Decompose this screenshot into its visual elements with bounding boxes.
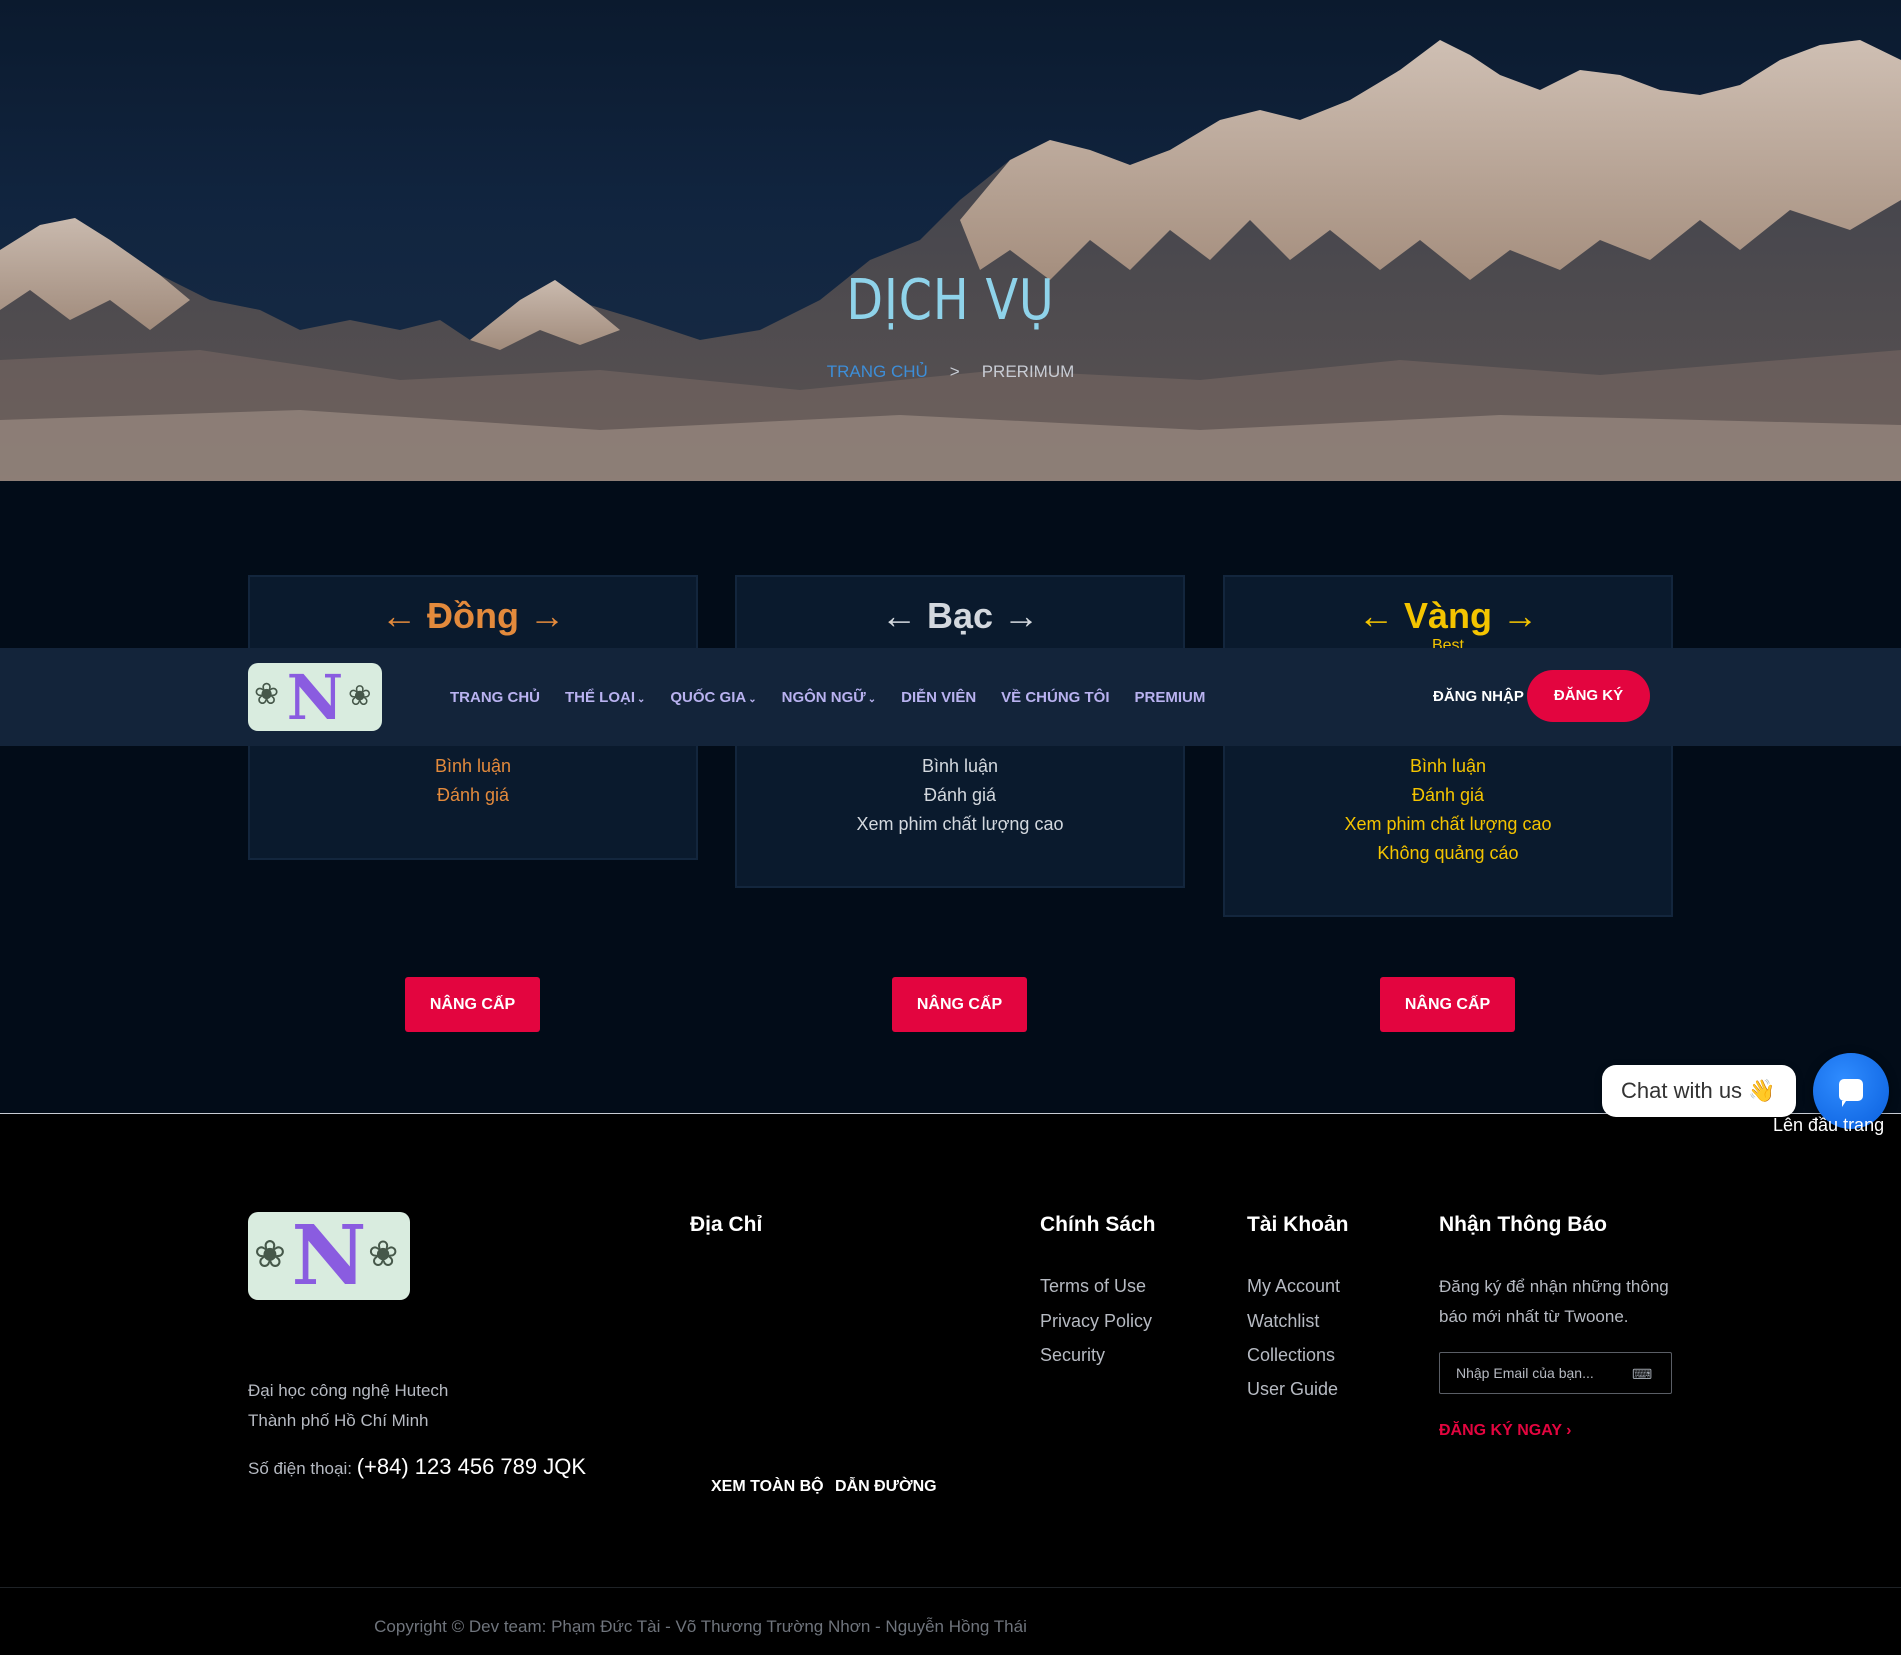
security-link[interactable]: Security: [1040, 1345, 1105, 1366]
address-line: Thành phố Hồ Chí Minh: [248, 1411, 429, 1430]
chevron-down-icon: ⌄: [637, 693, 646, 705]
plan-name: Vàng: [1403, 595, 1492, 636]
nav-label: NGÔN NGỮ: [781, 688, 866, 706]
chat-icon: [1839, 1079, 1863, 1107]
user-guide-link[interactable]: User Guide: [1247, 1379, 1338, 1400]
nav-item-actors[interactable]: DIỄN VIÊN: [901, 689, 976, 706]
plan-feature: Đánh giá: [436, 785, 510, 805]
nav-label: DIỄN VIÊN: [901, 688, 977, 706]
policy-heading: Chính Sách: [1040, 1213, 1156, 1236]
chevron-right-icon: ›: [1566, 1422, 1572, 1439]
nav-label: THỂ LOẠI: [565, 688, 635, 706]
nav-label: QUỐC GIA: [670, 688, 747, 706]
footer-phone: Số điện thoại: (+84) 123 456 789 JQK: [248, 1454, 586, 1480]
phone-label: Số điện thoại:: [248, 1459, 352, 1478]
nav-item-language[interactable]: NGÔN NGỮ ⌄: [782, 689, 877, 706]
nav-item-home[interactable]: TRANG CHỦ: [450, 689, 540, 706]
nav-label: TRANG CHỦ: [450, 688, 540, 706]
view-all-map-link[interactable]: XEM TOÀN BỘ: [711, 1478, 824, 1496]
plan-name: Bạc: [926, 595, 994, 636]
subscribe-label: ĐĂNG KÝ NGAY: [1439, 1422, 1562, 1439]
arrow-left-icon: ←: [381, 595, 417, 636]
address-line: Đại học công nghệ Hutech: [248, 1381, 449, 1400]
footer-address: Đại học công nghệ Hutech Thành phố Hồ Ch…: [248, 1376, 448, 1436]
plan-feature: Không quảng cáo: [1377, 843, 1519, 863]
watchlist-link[interactable]: Watchlist: [1247, 1311, 1319, 1332]
site-logo[interactable]: ❀ N ❀: [248, 663, 382, 731]
nav-label: VỀ CHÚNG TÔI: [1001, 688, 1110, 706]
phone-number: (+84) 123 456 789 JQK: [356, 1454, 587, 1479]
upgrade-button-silver[interactable]: NÂNG CẤP: [892, 977, 1027, 1032]
newsletter-line: Đăng ký để nhận những thông: [1439, 1277, 1669, 1296]
newsletter-heading: Nhận Thông Báo: [1439, 1213, 1607, 1236]
page-title: DỊCH VỤ: [846, 268, 1055, 333]
collections-link[interactable]: Collections: [1247, 1345, 1335, 1366]
upgrade-button-gold[interactable]: NÂNG CẤP: [1380, 977, 1515, 1032]
chat-bubble[interactable]: Chat with us 👋: [1602, 1065, 1796, 1117]
mountain-backdrop: [0, 40, 1901, 481]
login-link[interactable]: ĐĂNG NHẬP: [1433, 648, 1524, 746]
account-heading: Tài Khoản: [1247, 1213, 1349, 1236]
plan-feature: Bình luận: [921, 756, 999, 776]
plan-feature: Bình luận: [434, 756, 512, 776]
breadcrumb-separator: >: [949, 362, 960, 381]
arrow-left-icon: ←: [1357, 595, 1394, 636]
footer-divider: [0, 1587, 1901, 1588]
nav-item-genre[interactable]: THỂ LOẠI ⌄: [565, 689, 645, 706]
my-account-link[interactable]: My Account: [1247, 1276, 1340, 1297]
arrow-left-icon: ←: [880, 595, 917, 636]
plan-feature: Xem phim chất lượng cao: [1344, 814, 1552, 834]
plan-title: ← Bạc →: [737, 595, 1183, 637]
address-heading: Địa Chỉ: [690, 1213, 763, 1236]
keyboard-icon: ⌨: [1632, 1366, 1653, 1382]
nav-item-about[interactable]: VỀ CHÚNG TÔI: [1001, 689, 1109, 706]
copyright: Copyright © Dev team: Phạm Đức Tài - Võ …: [374, 1617, 1027, 1636]
arrow-right-icon: →: [1003, 595, 1040, 636]
hero-banner: DỊCH VỤ TRANG CHỦ > PRERIMUM: [0, 0, 1901, 481]
footer-logo[interactable]: ❀ N ❀: [248, 1212, 410, 1300]
newsletter-text: Đăng ký để nhận những thông báo mới nhất…: [1439, 1272, 1669, 1332]
breadcrumb: TRANG CHỦ > PRERIMUM: [0, 362, 1901, 382]
plan-feature: Đánh giá: [1411, 785, 1485, 805]
plan-features: Bình luận Đánh giá Xem phim chất lượng c…: [737, 752, 1183, 839]
email-field-wrapper: ⌨: [1439, 1352, 1672, 1394]
arrow-right-icon: →: [1502, 595, 1539, 636]
main-nav: TRANG CHỦ THỂ LOẠI ⌄ QUỐC GIA ⌄ NGÔN NGỮ ⌄ …: [450, 648, 1205, 746]
plan-feature: Bình luận: [1409, 756, 1487, 776]
plan-feature: Xem phim chất lượng cao: [856, 814, 1064, 834]
signup-button[interactable]: ĐĂNG KÝ: [1527, 670, 1650, 722]
back-to-top-link[interactable]: Lên đầu trang: [1773, 1115, 1884, 1136]
plan-title: ← Đồng →: [250, 595, 696, 637]
nav-item-premium[interactable]: PREMIUM: [1135, 689, 1206, 706]
nav-label: PREMIUM: [1134, 688, 1206, 706]
plan-features: Bình luận Đánh giá Xem phim chất lượng c…: [1225, 752, 1671, 868]
plan-feature: Đánh giá: [923, 785, 997, 805]
chevron-down-icon: ⌄: [748, 693, 757, 705]
breadcrumb-home-link[interactable]: TRANG CHỦ: [827, 362, 928, 381]
plan-name: Đồng: [427, 595, 519, 636]
plan-card-gold: ← Vàng → Best Bình luận Đánh giá Xem phi…: [1223, 575, 1673, 917]
subscribe-link[interactable]: ĐĂNG KÝ NGAY ›: [1439, 1422, 1571, 1440]
directions-link[interactable]: DẪN ĐƯỜNG: [835, 1478, 937, 1496]
terms-link[interactable]: Terms of Use: [1040, 1276, 1146, 1297]
breadcrumb-current: PRERIMUM: [981, 362, 1075, 381]
chevron-down-icon: ⌄: [867, 693, 877, 705]
privacy-link[interactable]: Privacy Policy: [1040, 1311, 1152, 1332]
plan-title: ← Vàng →: [1225, 595, 1671, 637]
upgrade-button-bronze[interactable]: NÂNG CẤP: [405, 977, 540, 1032]
nav-item-country[interactable]: QUỐC GIA ⌄: [670, 689, 756, 706]
flower-icon: ❀: [348, 679, 372, 712]
arrow-right-icon: →: [529, 595, 565, 636]
newsletter-line: báo mới nhất từ Twoone.: [1439, 1307, 1629, 1326]
flower-icon: ❀: [368, 1234, 399, 1275]
plan-features: Bình luận Đánh giá: [250, 752, 696, 810]
email-input[interactable]: [1440, 1353, 1630, 1393]
